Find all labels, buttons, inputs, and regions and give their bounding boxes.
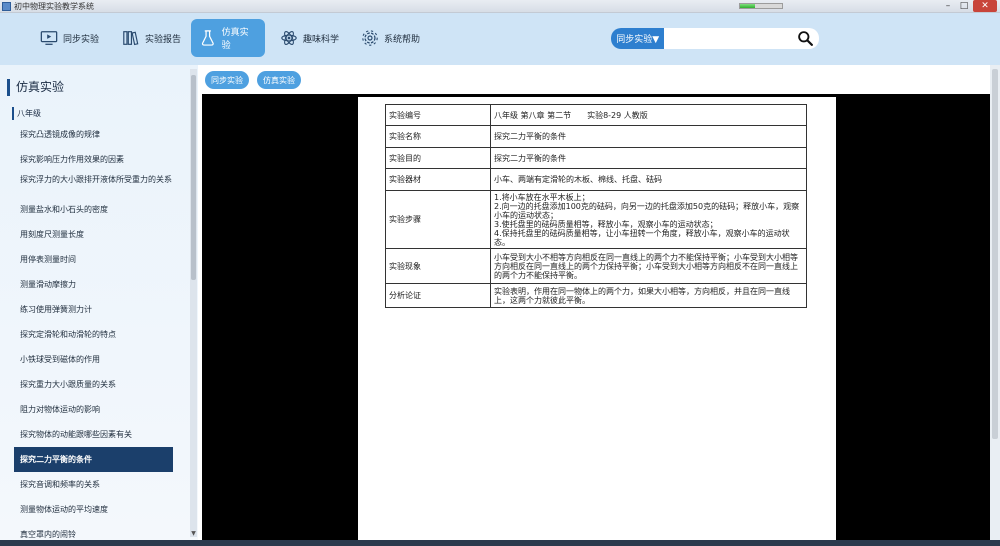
list-item[interactable]: 测量滑动摩擦力 xyxy=(14,272,173,297)
nav-sync-experiment[interactable]: 同步实验 xyxy=(32,19,107,57)
sidebar: 仿真实验 八年级 探究凸透镜成像的规律 探究影响压力作用效果的因素 探究浮力的大… xyxy=(0,65,198,546)
list-item[interactable]: 探究凸透镜成像的规律 xyxy=(14,122,173,147)
grade-label: 八年级 xyxy=(12,107,41,120)
list-item[interactable]: 探究浮力的大小跟排开液体所受重力的关系 xyxy=(14,172,173,197)
list-item[interactable]: 测量盐水和小石头的密度 xyxy=(14,197,173,222)
row-key: 实验现象 xyxy=(385,248,491,284)
list-item[interactable]: 探究音调和频率的关系 xyxy=(14,472,173,497)
tab-sync-experiment[interactable]: 同步实验 xyxy=(205,71,249,89)
minimize-button[interactable]: – xyxy=(941,0,955,12)
nav-system-help[interactable]: 系统帮助 xyxy=(353,19,428,57)
row-value: 小车受到大小不相等方向相反在同一直线上的两个力不能保持平衡；小车受到大小相等方向… xyxy=(490,248,807,284)
search-bar: 同步实验▼ xyxy=(611,28,819,49)
table-row: 实验现象 小车受到大小不相等方向相反在同一直线上的两个力不能保持平衡；小车受到大… xyxy=(385,248,807,284)
loading-progress-bar xyxy=(739,3,783,9)
main-nav: 同步实验 实验报告 仿真实验 趣味科学 系统帮助 同步实验▼ xyxy=(0,13,1000,65)
row-key: 实验目的 xyxy=(385,147,491,169)
sidebar-heading: 仿真实验 xyxy=(7,79,64,96)
content-scrollbar[interactable] xyxy=(990,65,1000,546)
list-item[interactable]: 探究物体的动能跟哪些因素有关 xyxy=(14,422,173,447)
table-row: 实验目的 探究二力平衡的条件 xyxy=(385,147,807,169)
sidebar-scrollbar[interactable]: ▼ xyxy=(190,69,197,537)
list-item[interactable]: 小铁球受到磁体的作用 xyxy=(14,347,173,372)
list-item[interactable]: 用停表测量时间 xyxy=(14,247,173,272)
row-key: 实验名称 xyxy=(385,125,491,148)
list-item[interactable]: 探究影响压力作用效果的因素 xyxy=(14,147,173,172)
maximize-button[interactable]: □ xyxy=(957,0,971,12)
nav-label: 系统帮助 xyxy=(384,34,421,45)
content-tabs: 同步实验 仿真实验 xyxy=(198,65,1000,94)
window-title: 初中物理实验教学系统 xyxy=(14,2,94,11)
flask-icon xyxy=(201,30,214,46)
list-item[interactable]: 探究重力大小跟质量的关系 xyxy=(14,372,173,397)
scrollbar-thumb[interactable] xyxy=(992,69,998,439)
atom-icon xyxy=(281,31,297,45)
search-input[interactable] xyxy=(664,28,793,49)
books-icon xyxy=(123,31,139,46)
nav-simulation-experiment[interactable]: 仿真实验 xyxy=(191,19,265,57)
report-table: 实验编号 八年级 第八章 第二节 实验8-29 人教版 实验名称 探究二力平衡的… xyxy=(385,104,807,308)
title-bar: 初中物理实验教学系统 – □ ✕ xyxy=(0,0,1000,13)
progress-fill xyxy=(740,4,755,8)
list-item[interactable]: 阻力对物体运动的影响 xyxy=(14,397,173,422)
scrollbar-thumb[interactable] xyxy=(191,75,196,280)
table-row: 分析论证 实验表明，作用在同一物体上的两个力，如果大小相等，方向相反，并且在同一… xyxy=(385,283,807,308)
report-page: 实验编号 八年级 第八章 第二节 实验8-29 人教版 实验名称 探究二力平衡的… xyxy=(358,97,836,540)
table-row: 实验编号 八年级 第八章 第二节 实验8-29 人教版 xyxy=(385,104,807,126)
scroll-down-arrow-icon[interactable]: ▼ xyxy=(190,530,197,537)
close-button[interactable]: ✕ xyxy=(973,0,997,12)
row-value: 八年级 第八章 第二节 实验8-29 人教版 xyxy=(490,104,807,126)
row-value: 探究二力平衡的条件 xyxy=(490,125,807,148)
list-item[interactable]: 探究定滑轮和动滑轮的特点 xyxy=(14,322,173,347)
row-key: 分析论证 xyxy=(385,283,491,308)
app-icon xyxy=(2,2,11,11)
table-row: 实验步骤 1.将小车放在水平木板上； 2.向一边的托盘添加100克的砝码，向另一… xyxy=(385,190,807,249)
row-key: 实验编号 xyxy=(385,104,491,126)
nav-label: 仿真实验 xyxy=(221,28,249,51)
list-item[interactable]: 用刻度尺测量长度 xyxy=(14,222,173,247)
taskbar xyxy=(0,540,1000,546)
row-value: 小车、两端有定滑轮的木板、棉线、托盘、砝码 xyxy=(490,168,807,191)
nav-label: 实验报告 xyxy=(145,34,182,45)
list-item[interactable]: 练习使用弹簧测力计 xyxy=(14,297,173,322)
list-item-selected[interactable]: 探究二力平衡的条件 xyxy=(14,447,173,472)
nav-fun-science[interactable]: 趣味科学 xyxy=(272,19,347,57)
experiment-list: 探究凸透镜成像的规律 探究影响压力作用效果的因素 探究浮力的大小跟排开液体所受重… xyxy=(14,122,173,542)
tab-simulation-experiment[interactable]: 仿真实验 xyxy=(257,71,301,89)
row-key: 实验步骤 xyxy=(385,190,491,249)
gear-icon xyxy=(362,30,378,46)
monitor-play-icon xyxy=(40,31,58,45)
search-scope-dropdown[interactable]: 同步实验▼ xyxy=(611,28,665,49)
row-value: 探究二力平衡的条件 xyxy=(490,147,807,169)
search-button[interactable] xyxy=(792,28,819,49)
list-item[interactable]: 真空罩内的闹铃 xyxy=(14,522,173,542)
table-row: 实验名称 探究二力平衡的条件 xyxy=(385,125,807,148)
row-value: 实验表明，作用在同一物体上的两个力，如果大小相等，方向相反，并且在同一直线上，这… xyxy=(490,283,807,308)
row-key: 实验器材 xyxy=(385,168,491,191)
nav-label: 同步实验 xyxy=(63,34,100,45)
table-row: 实验器材 小车、两端有定滑轮的木板、棉线、托盘、砝码 xyxy=(385,168,807,191)
nav-experiment-report[interactable]: 实验报告 xyxy=(114,19,189,57)
list-item[interactable]: 测量物体运动的平均速度 xyxy=(14,497,173,522)
nav-label: 趣味科学 xyxy=(303,34,340,45)
row-value: 1.将小车放在水平木板上； 2.向一边的托盘添加100克的砝码，向另一边的托盘添… xyxy=(490,190,807,249)
search-icon xyxy=(798,31,814,46)
document-viewer: 实验编号 八年级 第八章 第二节 实验8-29 人教版 实验名称 探究二力平衡的… xyxy=(202,94,990,540)
